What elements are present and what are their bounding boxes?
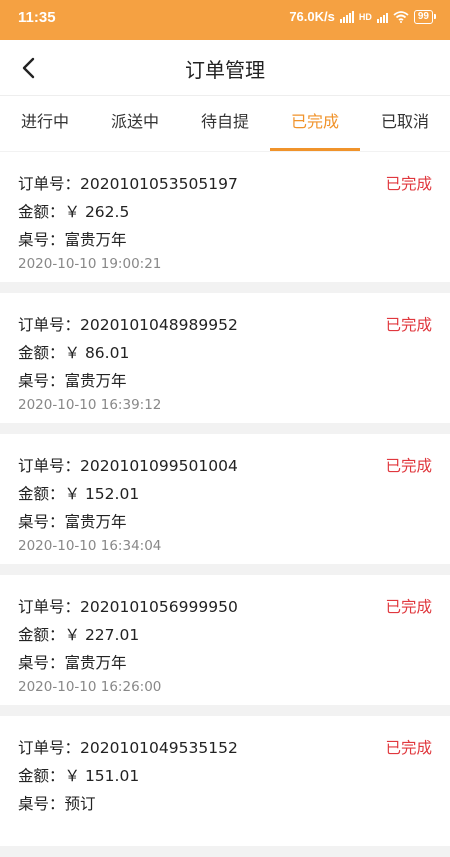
order-table: 富贵万年 bbox=[64, 231, 127, 249]
tab-in-progress[interactable]: 进行中 bbox=[0, 96, 90, 151]
status-indicators: 76.0K/s HD 99 bbox=[289, 9, 436, 24]
order-table: 富贵万年 bbox=[64, 654, 127, 672]
order-amount-line: 金额：￥ 152.01 bbox=[18, 485, 140, 503]
order-number: 2020101099501004 bbox=[80, 457, 238, 475]
status-bar: 11:35 76.0K/s HD 99 bbox=[0, 0, 450, 40]
order-amount-line: 金额：￥ 262.5 bbox=[18, 203, 130, 221]
hd-signal-icon: HD bbox=[358, 11, 372, 22]
tab-self-pickup[interactable]: 待自提 bbox=[180, 96, 270, 151]
order-table-line: 桌号：富贵万年 bbox=[18, 372, 127, 390]
order-number: 2020101053505197 bbox=[80, 175, 238, 193]
battery-level: 99 bbox=[413, 9, 433, 24]
order-number-line: 订单号：2020101053505197 bbox=[18, 175, 238, 193]
order-list: 订单号：2020101053505197 金额：￥ 262.5 桌号：富贵万年 … bbox=[0, 152, 450, 857]
order-table-line: 桌号：预订 bbox=[18, 795, 96, 813]
order-table: 富贵万年 bbox=[64, 513, 127, 531]
tab-delivering[interactable]: 派送中 bbox=[90, 96, 180, 151]
order-amount: ￥ 152.01 bbox=[64, 485, 140, 503]
order-table-line: 桌号：富贵万年 bbox=[18, 513, 127, 531]
order-amount: ￥ 151.01 bbox=[64, 767, 140, 785]
tab-completed[interactable]: 已完成 bbox=[270, 96, 360, 151]
order-amount-line: 金额：￥ 86.01 bbox=[18, 344, 130, 362]
order-time: 2020-10-10 16:26:00 bbox=[18, 679, 162, 695]
order-amount: ￥ 227.01 bbox=[64, 626, 140, 644]
order-amount: ￥ 86.01 bbox=[64, 344, 130, 362]
order-amount-line: 金额：￥ 151.01 bbox=[18, 767, 140, 785]
order-table-line: 桌号：富贵万年 bbox=[18, 654, 127, 672]
order-number: 2020101048989952 bbox=[80, 316, 238, 334]
wifi-icon bbox=[393, 10, 409, 23]
order-time: 2020-10-10 16:39:12 bbox=[18, 397, 162, 413]
network-speed: 76.0K/s bbox=[289, 9, 335, 24]
order-table-line: 桌号：富贵万年 bbox=[18, 231, 127, 249]
battery-icon: 99 bbox=[413, 9, 436, 24]
order-card[interactable]: 订单号：2020101099501004 金额：￥ 152.01 桌号：富贵万年… bbox=[0, 434, 450, 564]
order-number-line: 订单号：2020101099501004 bbox=[18, 457, 238, 475]
order-amount-line: 金额：￥ 227.01 bbox=[18, 626, 140, 644]
order-card[interactable]: 订单号：2020101056999950 金额：￥ 227.01 桌号：富贵万年… bbox=[0, 575, 450, 705]
cell-signal-2-icon bbox=[376, 11, 388, 23]
order-number-line: 订单号：2020101049535152 bbox=[18, 739, 238, 757]
page-title: 订单管理 bbox=[185, 58, 265, 82]
order-time: 2020-10-10 16:34:04 bbox=[18, 538, 162, 554]
order-card[interactable]: 订单号：2020101049535152 金额：￥ 151.01 桌号：预订 已… bbox=[0, 716, 450, 846]
tab-cancelled[interactable]: 已取消 bbox=[360, 96, 450, 151]
order-status: 已完成 bbox=[385, 175, 432, 193]
app-header: 订单管理 bbox=[0, 40, 450, 95]
order-card[interactable]: 订单号：2020101053505197 金额：￥ 262.5 桌号：富贵万年 … bbox=[0, 152, 450, 282]
status-time: 11:35 bbox=[18, 9, 56, 26]
order-table: 预订 bbox=[64, 795, 96, 813]
order-status: 已完成 bbox=[385, 598, 432, 616]
order-status: 已完成 bbox=[385, 316, 432, 334]
order-number-line: 订单号：2020101056999950 bbox=[18, 598, 238, 616]
order-number-line: 订单号：2020101048989952 bbox=[18, 316, 238, 334]
order-number: 2020101049535152 bbox=[80, 739, 238, 757]
order-status-tabs: 进行中 派送中 待自提 已完成 已取消 bbox=[0, 95, 450, 151]
order-table: 富贵万年 bbox=[64, 372, 127, 390]
cell-signal-icon bbox=[339, 10, 354, 23]
order-amount: ￥ 262.5 bbox=[64, 203, 130, 221]
order-status: 已完成 bbox=[385, 739, 432, 757]
order-status: 已完成 bbox=[385, 457, 432, 475]
order-time: 2020-10-10 19:00:21 bbox=[18, 256, 162, 272]
order-number: 2020101056999950 bbox=[80, 598, 238, 616]
order-card[interactable]: 订单号：2020101048989952 金额：￥ 86.01 桌号：富贵万年 … bbox=[0, 293, 450, 423]
